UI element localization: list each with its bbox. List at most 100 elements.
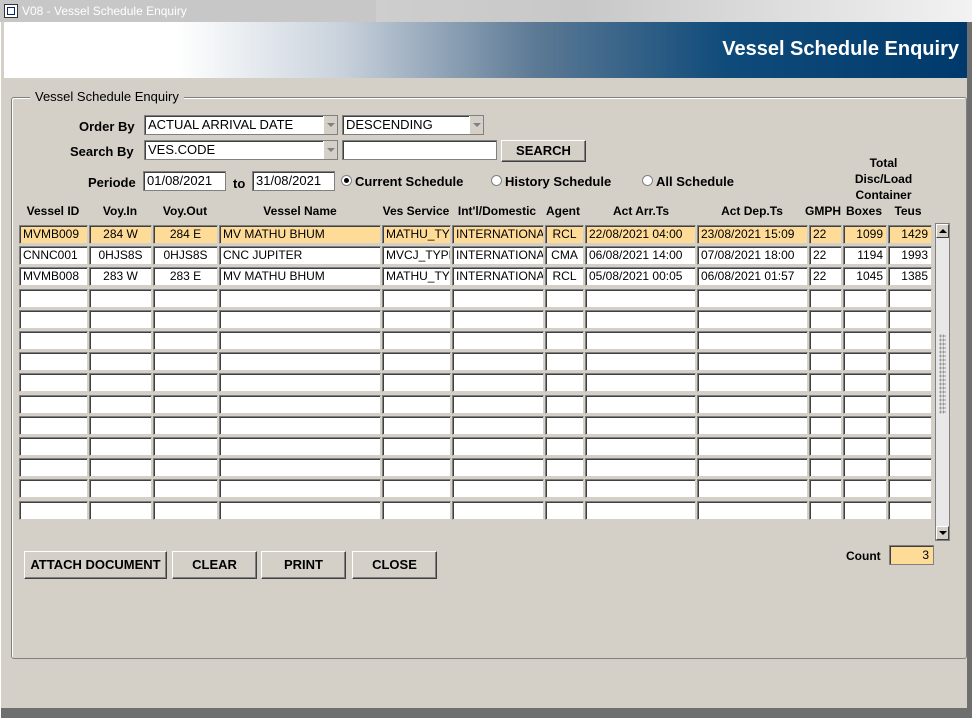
table-cell[interactable] xyxy=(89,437,152,456)
table-cell[interactable] xyxy=(89,352,152,372)
table-cell[interactable] xyxy=(382,458,451,478)
table-cell[interactable] xyxy=(219,437,381,456)
table-cell[interactable]: CNC JUPITER xyxy=(219,246,381,266)
table-cell[interactable] xyxy=(452,373,544,393)
scroll-grip[interactable] xyxy=(939,334,946,414)
table-cell[interactable]: 23/08/2021 15:09 xyxy=(697,225,808,244)
table-cell[interactable]: RCL xyxy=(545,267,584,287)
table-cell[interactable] xyxy=(888,415,932,435)
table-cell[interactable] xyxy=(585,394,696,414)
table-cell[interactable] xyxy=(545,288,584,308)
table-cell[interactable] xyxy=(219,288,381,308)
table-cell[interactable] xyxy=(809,415,842,435)
app-window-icon[interactable] xyxy=(4,4,18,18)
order-direction-select[interactable]: DESCENDING xyxy=(342,115,484,135)
table-cell[interactable] xyxy=(153,288,218,308)
table-cell[interactable] xyxy=(697,352,808,372)
table-cell[interactable] xyxy=(585,373,696,393)
table-cell[interactable] xyxy=(382,309,451,329)
table-cell[interactable] xyxy=(545,458,584,478)
table-cell[interactable] xyxy=(382,373,451,393)
table-cell[interactable]: RCL xyxy=(545,225,584,244)
table-cell[interactable] xyxy=(809,458,842,478)
table-cell[interactable] xyxy=(585,309,696,329)
table-cell[interactable] xyxy=(585,352,696,372)
table-cell[interactable] xyxy=(452,309,544,329)
table-cell[interactable] xyxy=(585,500,696,520)
table-cell[interactable]: 284 W xyxy=(89,225,152,244)
clear-button[interactable]: CLEAR xyxy=(172,551,257,579)
table-cell[interactable] xyxy=(219,458,381,478)
table-cell[interactable] xyxy=(89,394,152,414)
table-cell[interactable] xyxy=(382,500,451,520)
table-cell[interactable]: 1429 xyxy=(888,225,932,244)
table-cell[interactable] xyxy=(89,500,152,520)
table-cell[interactable] xyxy=(89,458,152,478)
history-schedule-label[interactable]: History Schedule xyxy=(505,174,611,189)
chevron-down-icon[interactable] xyxy=(323,141,337,159)
table-cell[interactable] xyxy=(585,331,696,350)
table-cell[interactable] xyxy=(452,394,544,414)
table-cell[interactable] xyxy=(382,437,451,456)
table-cell[interactable] xyxy=(19,331,88,350)
table-cell[interactable] xyxy=(697,309,808,329)
table-cell[interactable] xyxy=(89,309,152,329)
table-cell[interactable] xyxy=(19,479,88,499)
table-cell[interactable] xyxy=(452,437,544,456)
table-cell[interactable]: INTERNATIONAL xyxy=(452,246,544,266)
table-cell[interactable] xyxy=(382,394,451,414)
table-cell[interactable] xyxy=(219,309,381,329)
table-cell[interactable] xyxy=(19,288,88,308)
date-from-field[interactable]: 01/08/2021 xyxy=(143,171,226,191)
table-cell[interactable] xyxy=(153,479,218,499)
table-cell[interactable] xyxy=(219,352,381,372)
table-cell[interactable]: 07/08/2021 18:00 xyxy=(697,246,808,266)
table-cell[interactable] xyxy=(697,479,808,499)
table-cell[interactable] xyxy=(888,437,932,456)
table-cell[interactable] xyxy=(888,500,932,520)
table-cell[interactable] xyxy=(89,331,152,350)
chevron-down-icon[interactable] xyxy=(469,116,483,134)
table-cell[interactable] xyxy=(452,352,544,372)
print-button[interactable]: PRINT xyxy=(261,551,346,579)
table-cell[interactable] xyxy=(19,352,88,372)
table-cell[interactable] xyxy=(809,394,842,414)
table-cell[interactable] xyxy=(219,373,381,393)
table-cell[interactable] xyxy=(697,437,808,456)
table-cell[interactable] xyxy=(697,288,808,308)
attach-document-button[interactable]: ATTACH DOCUMENT xyxy=(24,551,167,579)
table-cell[interactable]: 22/08/2021 04:00 xyxy=(585,225,696,244)
table-cell[interactable] xyxy=(888,458,932,478)
table-cell[interactable] xyxy=(888,479,932,499)
search-by-select[interactable]: VES.CODE xyxy=(144,140,338,160)
all-schedule-label[interactable]: All Schedule xyxy=(656,174,734,189)
table-cell[interactable]: MV MATHU BHUM xyxy=(219,267,381,287)
table-cell[interactable] xyxy=(153,437,218,456)
table-cell[interactable] xyxy=(153,458,218,478)
table-cell[interactable]: 1993 xyxy=(888,246,932,266)
table-cell[interactable] xyxy=(585,458,696,478)
table-cell[interactable] xyxy=(452,458,544,478)
table-cell[interactable]: 284 E xyxy=(153,225,218,244)
table-cell[interactable] xyxy=(89,288,152,308)
table-cell[interactable] xyxy=(843,309,887,329)
table-scrollbar[interactable] xyxy=(935,223,950,541)
table-cell[interactable] xyxy=(545,415,584,435)
table-cell[interactable] xyxy=(697,394,808,414)
scroll-up-icon[interactable] xyxy=(936,224,949,238)
table-cell[interactable] xyxy=(843,479,887,499)
table-cell[interactable] xyxy=(888,331,932,350)
table-cell[interactable] xyxy=(219,331,381,350)
table-cell[interactable] xyxy=(888,394,932,414)
table-cell[interactable] xyxy=(809,331,842,350)
table-cell[interactable]: INTERNATIONAL xyxy=(452,267,544,287)
table-cell[interactable] xyxy=(89,373,152,393)
table-cell[interactable] xyxy=(219,479,381,499)
table-cell[interactable] xyxy=(697,458,808,478)
table-cell[interactable] xyxy=(843,331,887,350)
table-cell[interactable] xyxy=(888,373,932,393)
table-cell[interactable] xyxy=(382,288,451,308)
current-schedule-label[interactable]: Current Schedule xyxy=(355,174,463,189)
table-cell[interactable]: CNNC001 xyxy=(19,246,88,266)
table-cell[interactable] xyxy=(545,394,584,414)
